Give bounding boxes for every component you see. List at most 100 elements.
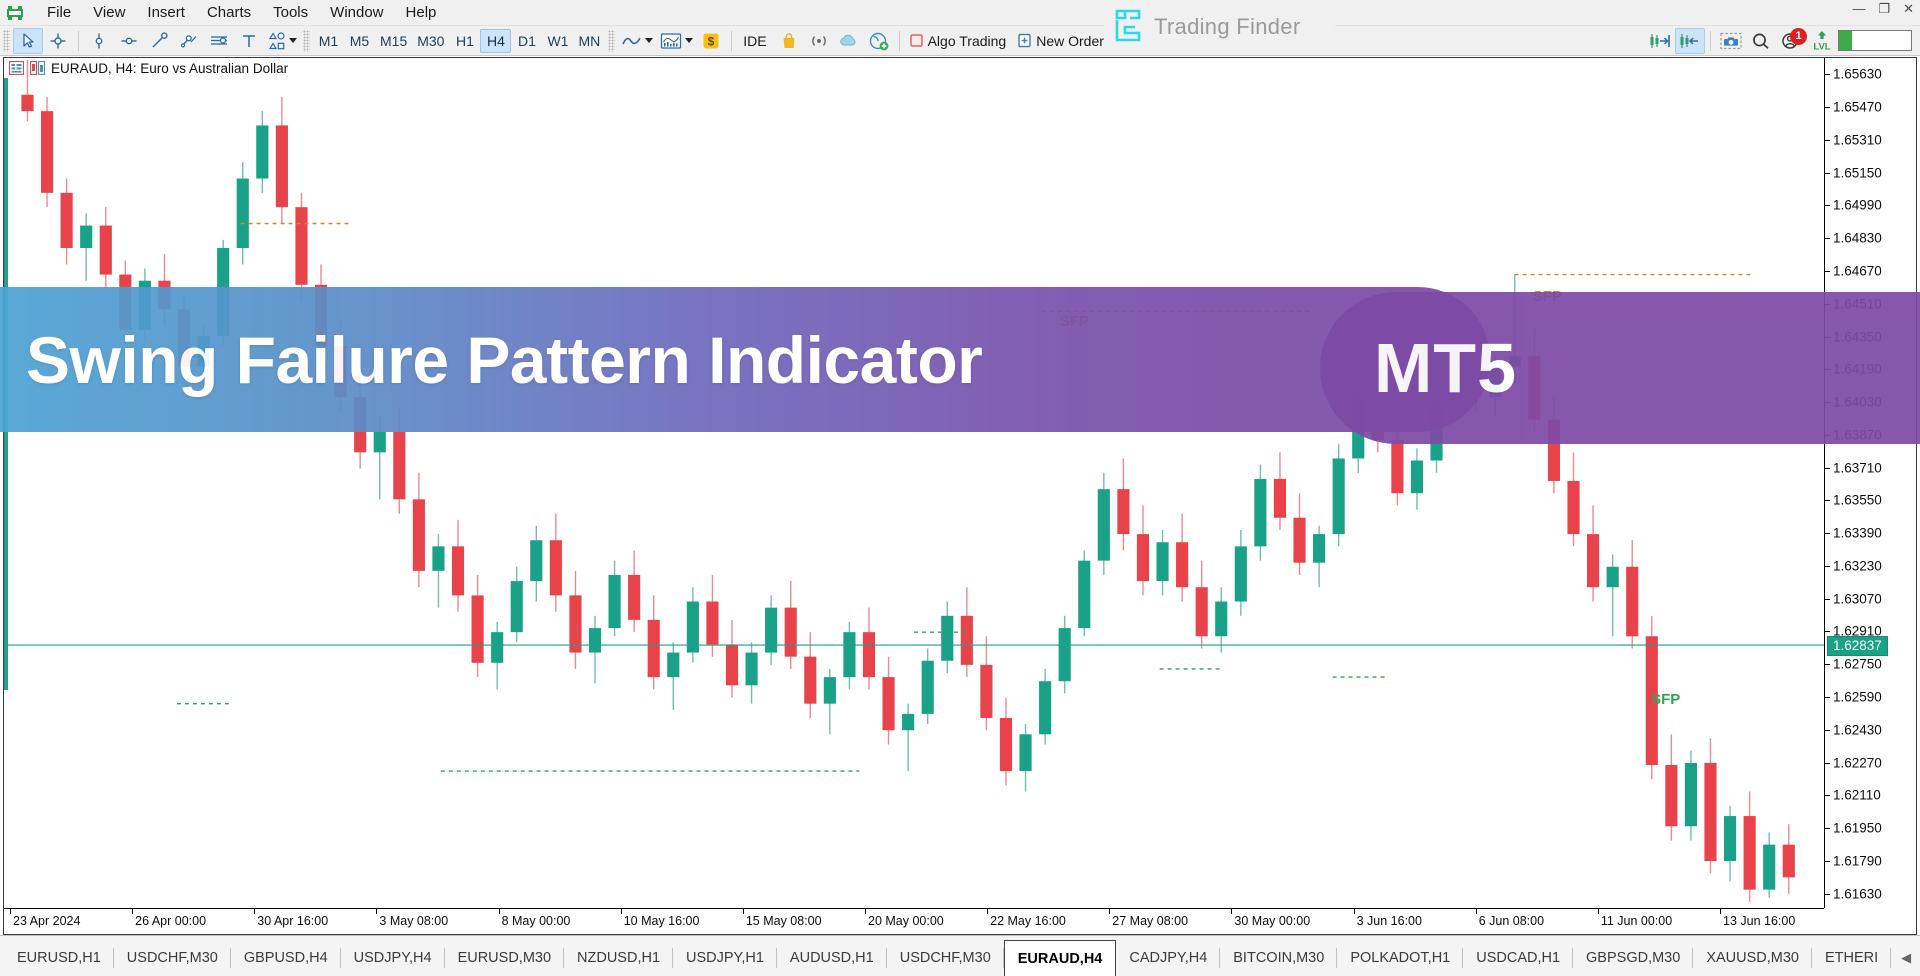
current-price-tag[interactable]: 1.62837: [1827, 636, 1888, 657]
dollar-button[interactable]: $: [696, 28, 726, 54]
chart-plot-area[interactable]: SFPSFPSFP: [4, 58, 1824, 908]
minimize-button[interactable]: —: [1852, 2, 1865, 15]
trendline-tool-button[interactable]: [144, 28, 174, 54]
chart-tab[interactable]: GBPUSD,H4: [231, 940, 341, 976]
trendline-icon: [152, 31, 168, 47]
timeframe-h1[interactable]: H1: [449, 29, 480, 53]
time-label: 13 Jun 16:00: [1723, 914, 1796, 928]
chart-tab[interactable]: NZDUSD,H1: [564, 940, 673, 976]
new-order-button[interactable]: New Order: [1013, 28, 1111, 54]
level-button[interactable]: LVL: [1806, 28, 1838, 54]
price-tick: [1825, 795, 1830, 797]
vps-button[interactable]: [864, 28, 894, 54]
indicators-chart-icon: [661, 32, 682, 49]
shapes-dropdown-caret-icon[interactable]: [289, 38, 297, 43]
chart-tab[interactable]: POLKADOT,H1: [1337, 940, 1464, 976]
text-tool-button[interactable]: [234, 28, 264, 54]
chart-tab[interactable]: XAUUSD,M30: [1693, 940, 1812, 976]
chart-tab[interactable]: USDJPY,H4: [341, 940, 445, 976]
chart-tab[interactable]: AUDUSD,H1: [777, 940, 887, 976]
chart-tab[interactable]: USDCAD,H1: [1463, 940, 1573, 976]
timeframe-d1[interactable]: D1: [511, 29, 542, 53]
ide-button[interactable]: IDE: [737, 28, 773, 54]
market-button[interactable]: [774, 28, 804, 54]
chart-tab-bar: EURUSD,H1 USDCHF,M30 GBPUSD,H4 USDJPY,H4 EUR…: [0, 935, 1920, 976]
time-tick: [498, 909, 500, 914]
menu-tools[interactable]: Tools: [262, 1, 319, 25]
time-axis[interactable]: 23 Apr 2024 26 Apr 00:00 30 Apr 16:00 3 May…: [4, 908, 1824, 934]
timeframe-m1[interactable]: M1: [313, 29, 344, 53]
menu-insert[interactable]: Insert: [136, 1, 196, 25]
crosshair-tool-button[interactable]: [43, 28, 73, 54]
indicators-caret-icon[interactable]: [685, 38, 694, 43]
timeframe-m15[interactable]: M15: [375, 29, 412, 53]
chart-tab[interactable]: USDCHF,M30: [887, 940, 1004, 976]
volume-bar[interactable]: [1838, 30, 1912, 51]
timeframe-mn[interactable]: MN: [573, 29, 605, 53]
chart-tab[interactable]: EURUSD,H1: [4, 940, 114, 976]
chart-type-caret-icon[interactable]: [645, 38, 654, 43]
price-label: 1.62750: [1833, 656, 1882, 672]
price-tick: [1825, 631, 1830, 633]
price-label: 1.64830: [1833, 230, 1882, 246]
maximize-button[interactable]: ❐: [1878, 2, 1890, 15]
shapes-tool-group[interactable]: [264, 28, 300, 54]
time-label: 30 Apr 16:00: [257, 914, 329, 928]
chart-tab[interactable]: EURAUD,H4: [1003, 940, 1117, 976]
price-tick: [1825, 74, 1830, 76]
chart-type-group[interactable]: [618, 28, 656, 54]
chart-tab[interactable]: USDJPY,H1: [673, 940, 777, 976]
chart-tab[interactable]: CADJPY,H4: [1116, 940, 1221, 976]
auto-scroll-button[interactable]: [1675, 27, 1705, 54]
chart-tab[interactable]: EURUSD,M30: [445, 940, 565, 976]
price-tick: [1825, 139, 1830, 141]
chart-tools-grip[interactable]: [608, 29, 616, 52]
polyline-tool-button[interactable]: [174, 28, 204, 54]
equidistant-channel-tool-button[interactable]: [204, 28, 234, 54]
tab-nav: ◀ ▶: [1891, 940, 1920, 976]
cloud-button[interactable]: [834, 28, 864, 54]
toolbar-separator-4: [1710, 30, 1711, 51]
vertical-line-tool-button[interactable]: [84, 28, 114, 54]
indicators-group[interactable]: [656, 28, 696, 54]
horizontal-line-tool-button[interactable]: [114, 28, 144, 54]
time-tick: [1353, 909, 1355, 914]
chart-tab[interactable]: ETHERI: [1812, 940, 1892, 976]
time-label: 8 May 00:00: [501, 914, 571, 928]
price-axis[interactable]: 1.65630 1.65470 1.65310 1.65150 1.64990 1.648…: [1824, 58, 1916, 908]
snapshot-button[interactable]: [1716, 28, 1746, 54]
time-label: 15 May 08:00: [745, 914, 822, 928]
signals-button[interactable]: [804, 28, 834, 54]
metatrader-logo-icon: [6, 4, 26, 22]
price-tick: [1825, 664, 1830, 666]
chart-window[interactable]: EURAUD, H4: Euro vs Australian Dollar SF…: [3, 57, 1917, 935]
toolbar-grip[interactable]: [3, 29, 10, 52]
menu-view[interactable]: View: [82, 1, 136, 25]
menu-file[interactable]: File: [36, 1, 82, 25]
chart-tab[interactable]: USDCHF,M30: [114, 940, 231, 976]
scroll-end-button[interactable]: [1645, 28, 1675, 54]
menu-window[interactable]: Window: [319, 1, 394, 25]
price-tick: [1825, 762, 1830, 764]
main-toolbar: M1 M5 M15 M30 H1 H4 D1 W1 MN $ IDE Algo …: [0, 26, 1920, 56]
price-tick: [1825, 500, 1830, 502]
timeframe-h4[interactable]: H4: [480, 28, 512, 53]
menu-help[interactable]: Help: [395, 1, 448, 25]
chart-tab[interactable]: BITCOIN,M30: [1220, 940, 1338, 976]
timeframe-m30[interactable]: M30: [412, 29, 449, 53]
cursor-tool-button[interactable]: [13, 27, 43, 54]
timeframe-w1[interactable]: W1: [542, 29, 573, 53]
price-tick: [1825, 828, 1830, 830]
horizontal-line-icon: [121, 37, 137, 44]
time-label: 6 Jun 08:00: [1478, 914, 1545, 928]
timeframe-m5[interactable]: M5: [344, 29, 375, 53]
menu-charts[interactable]: Charts: [196, 1, 262, 25]
close-button[interactable]: ✕: [1903, 2, 1914, 15]
profile-button[interactable]: 1: [1776, 27, 1807, 54]
algo-trading-button[interactable]: Algo Trading: [905, 28, 1014, 54]
chart-tab[interactable]: GBPSGD,M30: [1573, 940, 1694, 976]
search-button[interactable]: [1746, 28, 1776, 54]
timeframe-grip[interactable]: [303, 29, 310, 52]
tab-prev-button[interactable]: ◀: [1901, 950, 1911, 966]
dollar-box-icon: $: [703, 33, 719, 48]
